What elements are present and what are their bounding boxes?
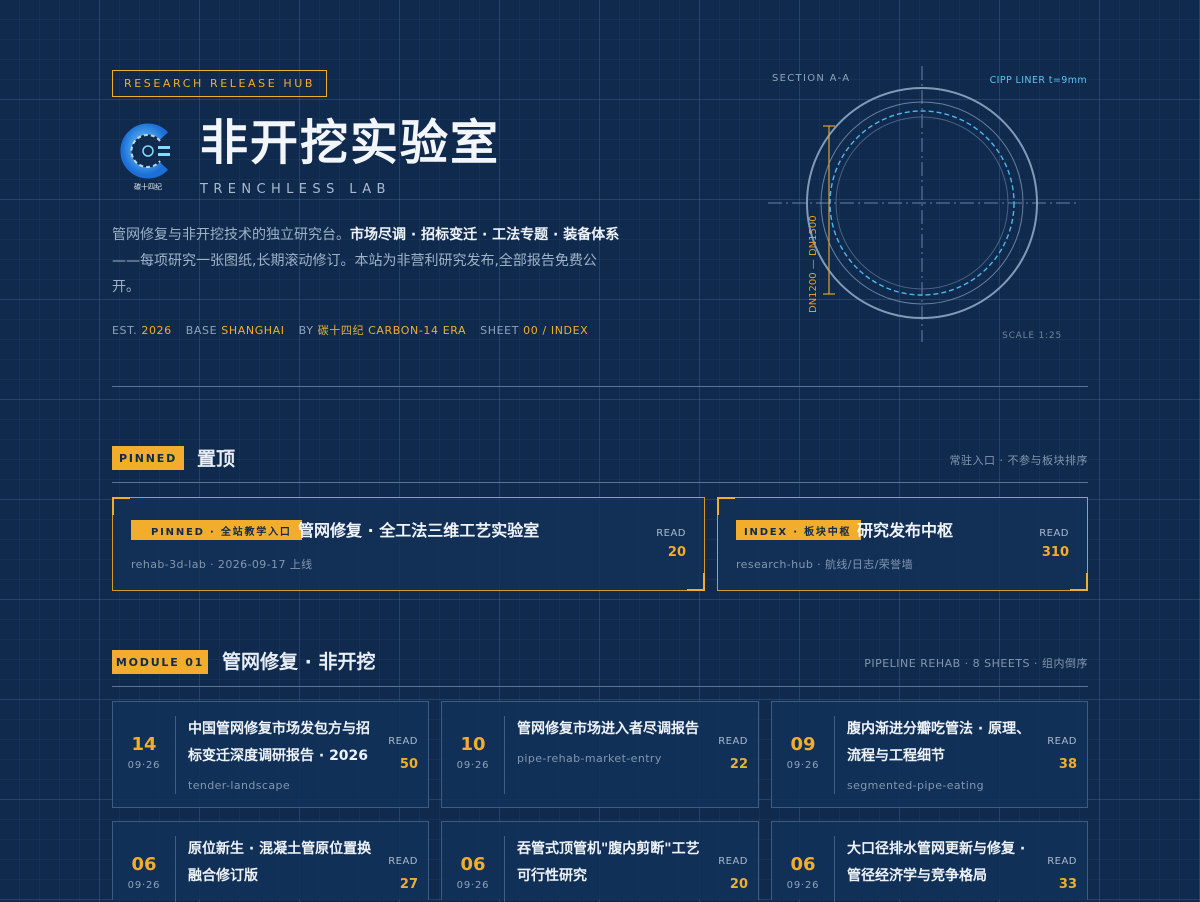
module01-pill: MODULE 01	[112, 650, 208, 674]
site-subtitle: TRENCHLESS LAB	[200, 182, 391, 197]
read-count: 33	[1058, 877, 1077, 892]
report-card[interactable]: 06 09·26 原位新生 · 混凝土管原位置换融合修订版 READ 27	[112, 821, 429, 902]
card-day: 06	[790, 854, 816, 875]
header-divider	[112, 386, 1088, 387]
read-label: READ	[1039, 528, 1069, 539]
hub-tag: RESEARCH RELEASE HUB	[112, 70, 327, 97]
logo-c-icon	[120, 123, 170, 179]
report-card[interactable]: 09 09·26 腹内渐进分瓣吃管法 · 原理、流程与工程细节 segmente…	[771, 701, 1088, 808]
pinned-card-sub: rehab-3d-lab · 2026-09-17 上线	[131, 558, 313, 571]
card-title: 中国管网修复市场发包方与招标变迁深度调研报告 · 2026	[188, 721, 370, 764]
card-slug: tender-landscape	[188, 779, 291, 792]
module01-note: PIPELINE REHAB · 8 SHEETS · 组内倒序	[864, 657, 1088, 670]
meta-base-label: BASE	[185, 324, 218, 337]
read-count: 20	[729, 877, 748, 892]
read-label: READ	[718, 856, 748, 867]
card-title: 吞管式顶管机"腹内剪断"工艺可行性研究	[517, 841, 700, 884]
read-label: READ	[1047, 736, 1077, 747]
card-date: 09·26	[456, 760, 490, 771]
desc-tail: ——每项研究一张图纸,长期滚动修订。本站为非营利研究发布,全部报告免费公开。	[112, 253, 597, 295]
pinned-title: 置顶	[197, 448, 236, 470]
card-date: 09·26	[786, 880, 820, 891]
report-card[interactable]: 06 09·26 大口径排水管网更新与修复 · 管径经济学与竞争格局 READ …	[771, 821, 1088, 902]
card-day: 06	[460, 854, 486, 875]
meta-sheet-label: SHEET	[480, 324, 520, 337]
meta-by-label: BY	[298, 324, 314, 337]
card-slug: pipe-rehab-market-entry	[517, 752, 662, 765]
meta-base-value: SHANGHAI	[221, 324, 285, 337]
pinned-note: 常驻入口 · 不参与板块排序	[949, 454, 1088, 467]
module01-rule	[112, 686, 1088, 687]
pipe-section-drawing: SECTION A-A CIPP LINER t=9mm DN1200 — DN…	[768, 66, 1087, 342]
card-date: 09·26	[786, 760, 820, 771]
pinned-card-tag: INDEX · 板块中枢	[736, 520, 862, 540]
read-label: READ	[388, 736, 418, 747]
pinned-card-research-hub[interactable]: INDEX · 板块中枢 研究发布中枢 research-hub · 航线/日志…	[717, 497, 1088, 591]
desc-bold-2: 体系	[591, 227, 620, 243]
pinned-card-tag: PINNED · 全站教学入口	[131, 520, 302, 540]
meta-est-label: EST.	[112, 324, 138, 337]
card-day: 06	[131, 854, 157, 875]
liner-label: CIPP LINER t=9mm	[990, 75, 1087, 86]
card-date: 09·26	[456, 880, 490, 891]
scale-label: SCALE 1:25	[1002, 331, 1062, 341]
meta-sheet-value: 00 / INDEX	[523, 324, 589, 337]
card-day: 09	[790, 734, 816, 755]
read-label: READ	[656, 528, 686, 539]
read-count: 38	[1058, 757, 1077, 772]
read-count: 22	[729, 757, 748, 772]
pinned-card-title: 管网修复 · 全工法三维工艺实验室	[298, 521, 540, 540]
read-count: 27	[399, 877, 418, 892]
module01-title: 管网修复 · 非开挖	[222, 651, 376, 673]
meta-line: EST. 2026 BASE SHANGHAI BY 碳十四纪 CARBON-14 …	[112, 322, 588, 338]
carbon-logo[interactable]: 碳十四纪	[120, 122, 176, 194]
logo-caption: 碳十四纪	[134, 183, 162, 191]
site-title: 非开挖实验室	[200, 115, 501, 171]
read-label: READ	[388, 856, 418, 867]
report-card[interactable]: 06 09·26 吞管式顶管机"腹内剪断"工艺可行性研究 READ 20	[441, 821, 759, 902]
read-count: 310	[1041, 545, 1069, 560]
desc-bold-1: 市场尽调 · 招标变迁 · 工法专题 · 装备	[350, 227, 592, 243]
card-day: 10	[460, 734, 486, 755]
read-count: 20	[667, 545, 686, 560]
pinned-card-rehab-lab[interactable]: PINNED · 全站教学入口 管网修复 · 全工法三维工艺实验室 rehab-…	[112, 497, 705, 591]
card-title: 管网修复市场进入者尽调报告	[517, 721, 699, 737]
card-title: 原位新生 · 混凝土管原位置换融合修订版	[188, 841, 372, 884]
pinned-card-sub: research-hub · 航线/日志/荣誉墙	[736, 558, 913, 571]
pinned-rule	[112, 482, 1088, 483]
site-description: 管网修复与非开挖技术的独立研究台。市场尽调 · 招标变迁 · 工法专题 · 装备…	[112, 222, 624, 300]
section-label: SECTION A-A	[772, 73, 850, 84]
card-date: 09·26	[127, 880, 161, 891]
report-card[interactable]: 14 09·26 中国管网修复市场发包方与招标变迁深度调研报告 · 2026 t…	[112, 701, 429, 808]
read-count: 50	[399, 757, 418, 772]
meta-by-value: 碳十四纪 CARBON-14 ERA	[317, 324, 467, 337]
card-title: 大口径排水管网更新与修复 · 管径经济学与竞争格局	[847, 841, 1026, 884]
read-label: READ	[718, 736, 748, 747]
dimension-label: DN1200 — DN1500	[808, 215, 819, 313]
card-date: 09·26	[127, 760, 161, 771]
meta-est-value: 2026	[141, 324, 172, 337]
card-title: 腹内渐进分瓣吃管法 · 原理、流程与工程细节	[847, 721, 1031, 764]
read-label: READ	[1047, 856, 1077, 867]
desc-lead: 管网修复与非开挖技术的独立研究台。	[112, 227, 350, 243]
pinned-pill: PINNED	[112, 446, 184, 470]
card-slug: segmented-pipe-eating	[847, 779, 984, 792]
card-day: 14	[131, 734, 157, 755]
pinned-card-title: 研究发布中枢	[857, 521, 954, 540]
report-card[interactable]: 10 09·26 管网修复市场进入者尽调报告 pipe-rehab-market…	[441, 701, 759, 808]
